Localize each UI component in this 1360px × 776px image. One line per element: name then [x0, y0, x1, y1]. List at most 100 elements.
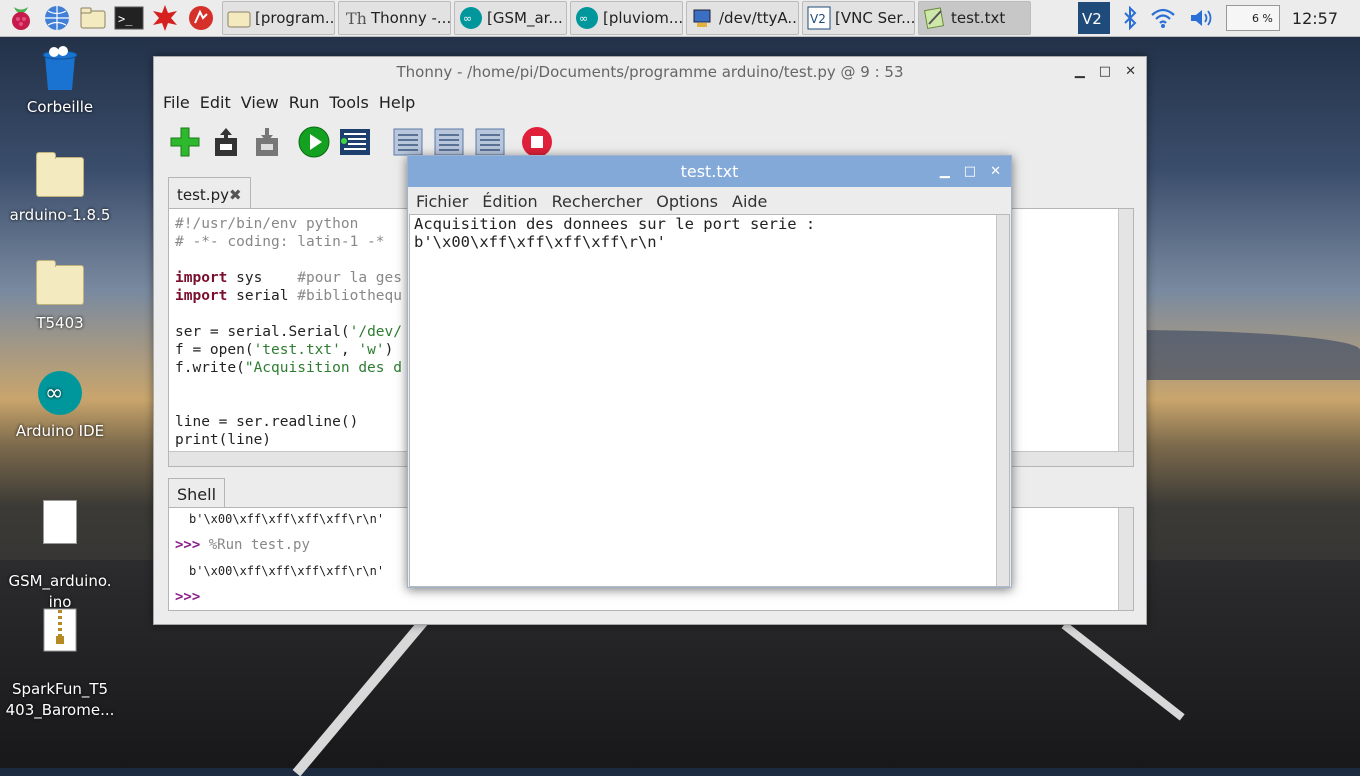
raspberry-menu-icon[interactable] — [6, 3, 36, 33]
close-tab-icon[interactable]: ✖ — [229, 186, 242, 204]
menu-edition[interactable]: Édition — [482, 192, 537, 211]
wolfram-icon[interactable] — [186, 3, 216, 33]
code-line: #!/usr/bin/env python — [175, 216, 359, 232]
svg-text:V2: V2 — [810, 12, 826, 26]
maximize-icon[interactable]: □ — [1099, 57, 1111, 87]
menu-file[interactable]: File — [163, 93, 190, 112]
maximize-icon[interactable]: □ — [964, 156, 976, 187]
thonny-icon: Th — [343, 6, 367, 30]
menu-run[interactable]: Run — [289, 93, 320, 112]
cpu-usage-monitor[interactable]: 6 % — [1225, 5, 1280, 31]
save-file-icon[interactable] — [250, 125, 284, 159]
text-area[interactable]: Acquisition des donnees sur le port seri… — [409, 214, 1010, 587]
shell-input-line[interactable]: >>> — [175, 589, 200, 605]
desktop-icon-sparkfun-zip[interactable]: SparkFun_T5 403_Barome... — [5, 585, 115, 742]
code-comment: #bibliothequ — [297, 288, 402, 304]
shell-run-command: %Run test.py — [200, 537, 310, 553]
file-manager-icon[interactable] — [78, 3, 108, 33]
task-arduino-gsm[interactable]: ∞ [GSM_ar... — [454, 1, 567, 35]
text-editor-icon — [923, 6, 947, 30]
desktop-icon-label: arduino-1.8.5 — [9, 206, 111, 224]
task-thonny[interactable]: Th Thonny -... — [338, 1, 451, 35]
new-file-icon[interactable] — [168, 125, 202, 159]
tab-test-py[interactable]: test.py✖ — [168, 177, 251, 210]
menu-view[interactable]: View — [241, 93, 279, 112]
task-arduino-pluviom[interactable]: ∞ [pluviom... — [570, 1, 683, 35]
document-icon — [36, 498, 84, 546]
desktop-icon-arduino-ide[interactable]: ∞ Arduino IDE — [5, 369, 115, 442]
desktop-icon-label: SparkFun_T5 403_Barome... — [5, 680, 115, 719]
task-file-manager[interactable]: [program... — [222, 1, 335, 35]
code-token: ) — [384, 342, 394, 358]
desktop-icon-label: Arduino IDE — [15, 422, 105, 440]
menu-aide[interactable]: Aide — [732, 192, 767, 211]
step-into-icon[interactable] — [432, 125, 466, 159]
code-token: f = open( — [175, 342, 254, 358]
taskbar: >_ [program... Th Thonny -... ∞ [GSM_ar.… — [0, 0, 1360, 37]
web-browser-icon[interactable] — [42, 3, 72, 33]
bluetooth-icon[interactable] — [1122, 6, 1138, 30]
vnc-tray-icon[interactable]: V2 — [1077, 2, 1110, 34]
text-content: Acquisition des donnees sur le port seri… — [414, 215, 815, 251]
task-serial-monitor[interactable]: /dev/ttyA... — [686, 1, 799, 35]
tab-label: Shell — [177, 485, 217, 504]
open-file-icon[interactable] — [209, 125, 243, 159]
menubar: Fichier Édition Rechercher Options Aide — [408, 187, 1011, 215]
minimize-icon[interactable]: ▁ — [1075, 57, 1085, 87]
code-text: #!/usr/bin/env python # -*- coding: lati… — [175, 215, 402, 449]
code-line: print(line) — [175, 432, 272, 448]
wifi-icon[interactable] — [1150, 7, 1176, 29]
menu-fichier[interactable]: Fichier — [416, 192, 468, 211]
desktop-icon-arduino-folder[interactable]: arduino-1.8.5 — [5, 152, 115, 226]
thonny-titlebar[interactable]: Thonny - /home/pi/Documents/programme ar… — [154, 57, 1146, 87]
volume-icon[interactable] — [1188, 7, 1214, 29]
step-out-icon[interactable] — [473, 125, 507, 159]
task-vnc-server[interactable]: V2 [VNC Ser... — [802, 1, 915, 35]
menu-tools[interactable]: Tools — [329, 93, 368, 112]
text-editor-window: test.txt ▁ □ ✕ Fichier Édition Recherche… — [407, 155, 1012, 588]
text-line: b'\x00\xff\xff\xff\xff\r\n' — [414, 233, 666, 251]
step-over-icon[interactable] — [391, 125, 425, 159]
editor-vertical-scrollbar[interactable] — [1118, 209, 1133, 466]
close-icon[interactable]: ✕ — [990, 156, 1001, 187]
window-title: Thonny - /home/pi/Documents/programme ar… — [396, 63, 904, 81]
menu-edit[interactable]: Edit — [200, 93, 231, 112]
minimize-icon[interactable]: ▁ — [940, 156, 950, 187]
code-string: 'w' — [358, 342, 385, 358]
menubar: File Edit View Run Tools Help — [154, 87, 1146, 117]
tab-shell[interactable]: Shell — [168, 478, 226, 509]
stop-icon[interactable] — [520, 125, 554, 159]
svg-text:>_: >_ — [118, 12, 133, 26]
task-label: [program... — [255, 9, 335, 27]
clock[interactable]: 12:57 — [1292, 9, 1338, 28]
mathematica-icon[interactable] — [150, 3, 180, 33]
close-icon[interactable]: ✕ — [1125, 57, 1136, 87]
menu-options[interactable]: Options — [656, 192, 718, 211]
svg-text:V2: V2 — [1082, 10, 1102, 28]
task-text-editor[interactable]: test.txt — [918, 1, 1031, 35]
desktop-icon-trash[interactable]: Corbeille — [5, 45, 115, 118]
debug-icon[interactable] — [338, 125, 372, 159]
serial-monitor-icon — [691, 6, 715, 30]
keyword: import — [175, 288, 228, 304]
code-line: line = ser.readline() — [175, 414, 359, 430]
desktop-icon-label: Corbeille — [26, 98, 94, 116]
shell-vertical-scrollbar[interactable] — [1118, 508, 1133, 610]
arduino-icon: ∞ — [459, 6, 483, 30]
run-icon[interactable] — [297, 125, 331, 159]
code-string: "Acquisition des d — [244, 360, 402, 376]
code-token: , — [340, 342, 359, 358]
text-editor-titlebar[interactable]: test.txt ▁ □ ✕ — [408, 156, 1011, 187]
code-token: ser = serial.Serial( — [175, 324, 350, 340]
code-line: # -*- coding: latin-1 -* — [175, 234, 385, 250]
folder-icon — [227, 6, 251, 30]
system-tray: V2 6 % 12:57 — [1077, 0, 1360, 36]
text-vertical-scrollbar[interactable] — [996, 215, 1009, 586]
terminal-icon[interactable]: >_ — [114, 3, 144, 33]
code-token: serial — [227, 288, 298, 304]
desktop-icon-t5403-folder[interactable]: T5403 — [5, 260, 115, 334]
menu-rechercher[interactable]: Rechercher — [552, 192, 643, 211]
shell-output: b'\x00\xff\xff\xff\xff\r\n' — [189, 512, 385, 526]
code-string: '/dev/ — [349, 324, 402, 340]
menu-help[interactable]: Help — [379, 93, 415, 112]
